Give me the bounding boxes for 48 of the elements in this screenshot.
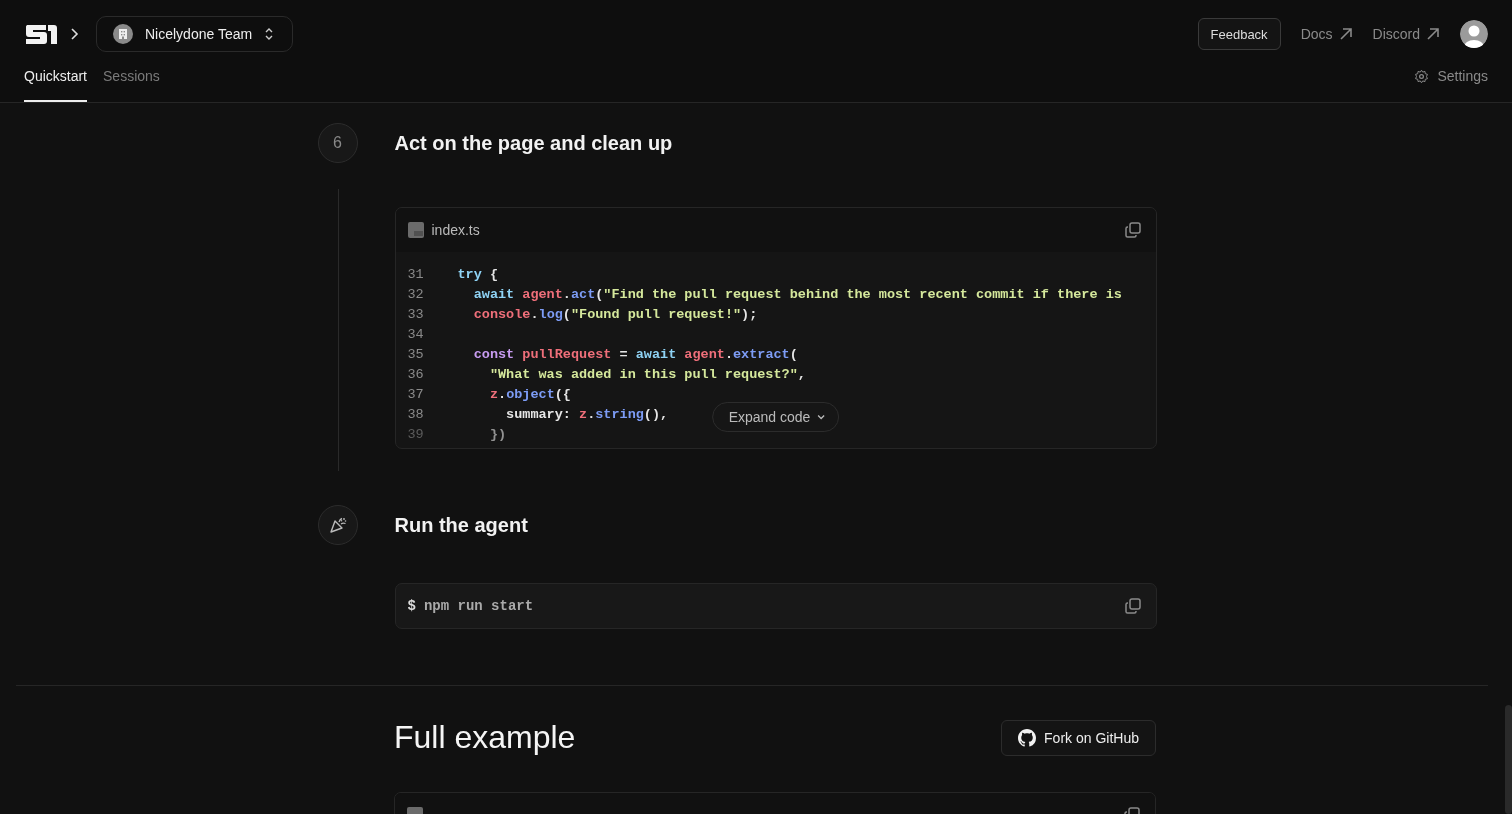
- team-switcher[interactable]: Nicelydone Team: [96, 16, 294, 52]
- line-number: 32: [407, 286, 425, 302]
- line-number: 35: [407, 346, 425, 362]
- tab[interactable]: Sessions: [103, 62, 160, 102]
- file-name: index.ts: [431, 222, 480, 238]
- line-number: 31: [407, 266, 425, 282]
- code-line: z.object({: [488, 386, 571, 402]
- typescript-file-icon: [407, 222, 424, 238]
- chevron-down-icon: [816, 412, 827, 422]
- section-title: Full example: [394, 719, 576, 756]
- code-line: summary: z.string(),: [505, 406, 669, 422]
- code-line: "What was added in this pull request?",: [488, 366, 806, 382]
- arrow-up-right-icon: [1338, 27, 1353, 41]
- step-title: Run the agent: [394, 513, 529, 538]
- command-text: npm run start: [423, 598, 534, 614]
- step-number: 6: [317, 123, 358, 163]
- line-number: 37: [407, 386, 425, 402]
- feedback-button[interactable]: Feedback: [1197, 18, 1281, 50]
- scrollbar-thumb[interactable]: [1505, 705, 1512, 814]
- line-number: 33: [407, 306, 425, 322]
- building-icon: [113, 24, 133, 44]
- prompt-symbol: $: [407, 598, 416, 614]
- chevron-right-icon: [70, 27, 80, 41]
- up-down-chevron-icon: [264, 26, 275, 42]
- code-line: try {: [457, 266, 498, 282]
- code-line: const pullRequest = await agent.extract(: [472, 346, 798, 362]
- external-link[interactable]: Discord: [1372, 26, 1440, 42]
- fork-button[interactable]: Fork on GitHub: [1001, 719, 1156, 756]
- copy-icon[interactable]: [1123, 597, 1142, 615]
- code-line: await agent.act("Find the pull request behind the most recent commit if there is: [472, 286, 1122, 302]
- code-line: }): [488, 426, 507, 442]
- logo-icon[interactable]: [24, 23, 58, 45]
- copy-icon[interactable]: [1123, 221, 1142, 239]
- line-number: 39: [407, 426, 425, 442]
- line-number: 34: [407, 326, 425, 342]
- step-title: Act on the page and clean up: [394, 131, 674, 156]
- line-number: 36: [407, 366, 425, 382]
- party-popper-icon: [317, 505, 358, 545]
- arrow-up-right-icon: [1426, 27, 1440, 41]
- github-icon: [1018, 728, 1037, 747]
- external-link[interactable]: Docs: [1300, 26, 1353, 42]
- settings-icon: [1414, 68, 1430, 84]
- code-line: console.log("Found pull request!");: [472, 306, 758, 322]
- tab[interactable]: Quickstart: [24, 62, 87, 102]
- line-number: 38: [407, 406, 425, 422]
- settings-link[interactable]: Settings: [1414, 68, 1488, 102]
- avatar-icon[interactable]: [1460, 20, 1488, 48]
- expand-code-button[interactable]: Expand code: [711, 402, 840, 432]
